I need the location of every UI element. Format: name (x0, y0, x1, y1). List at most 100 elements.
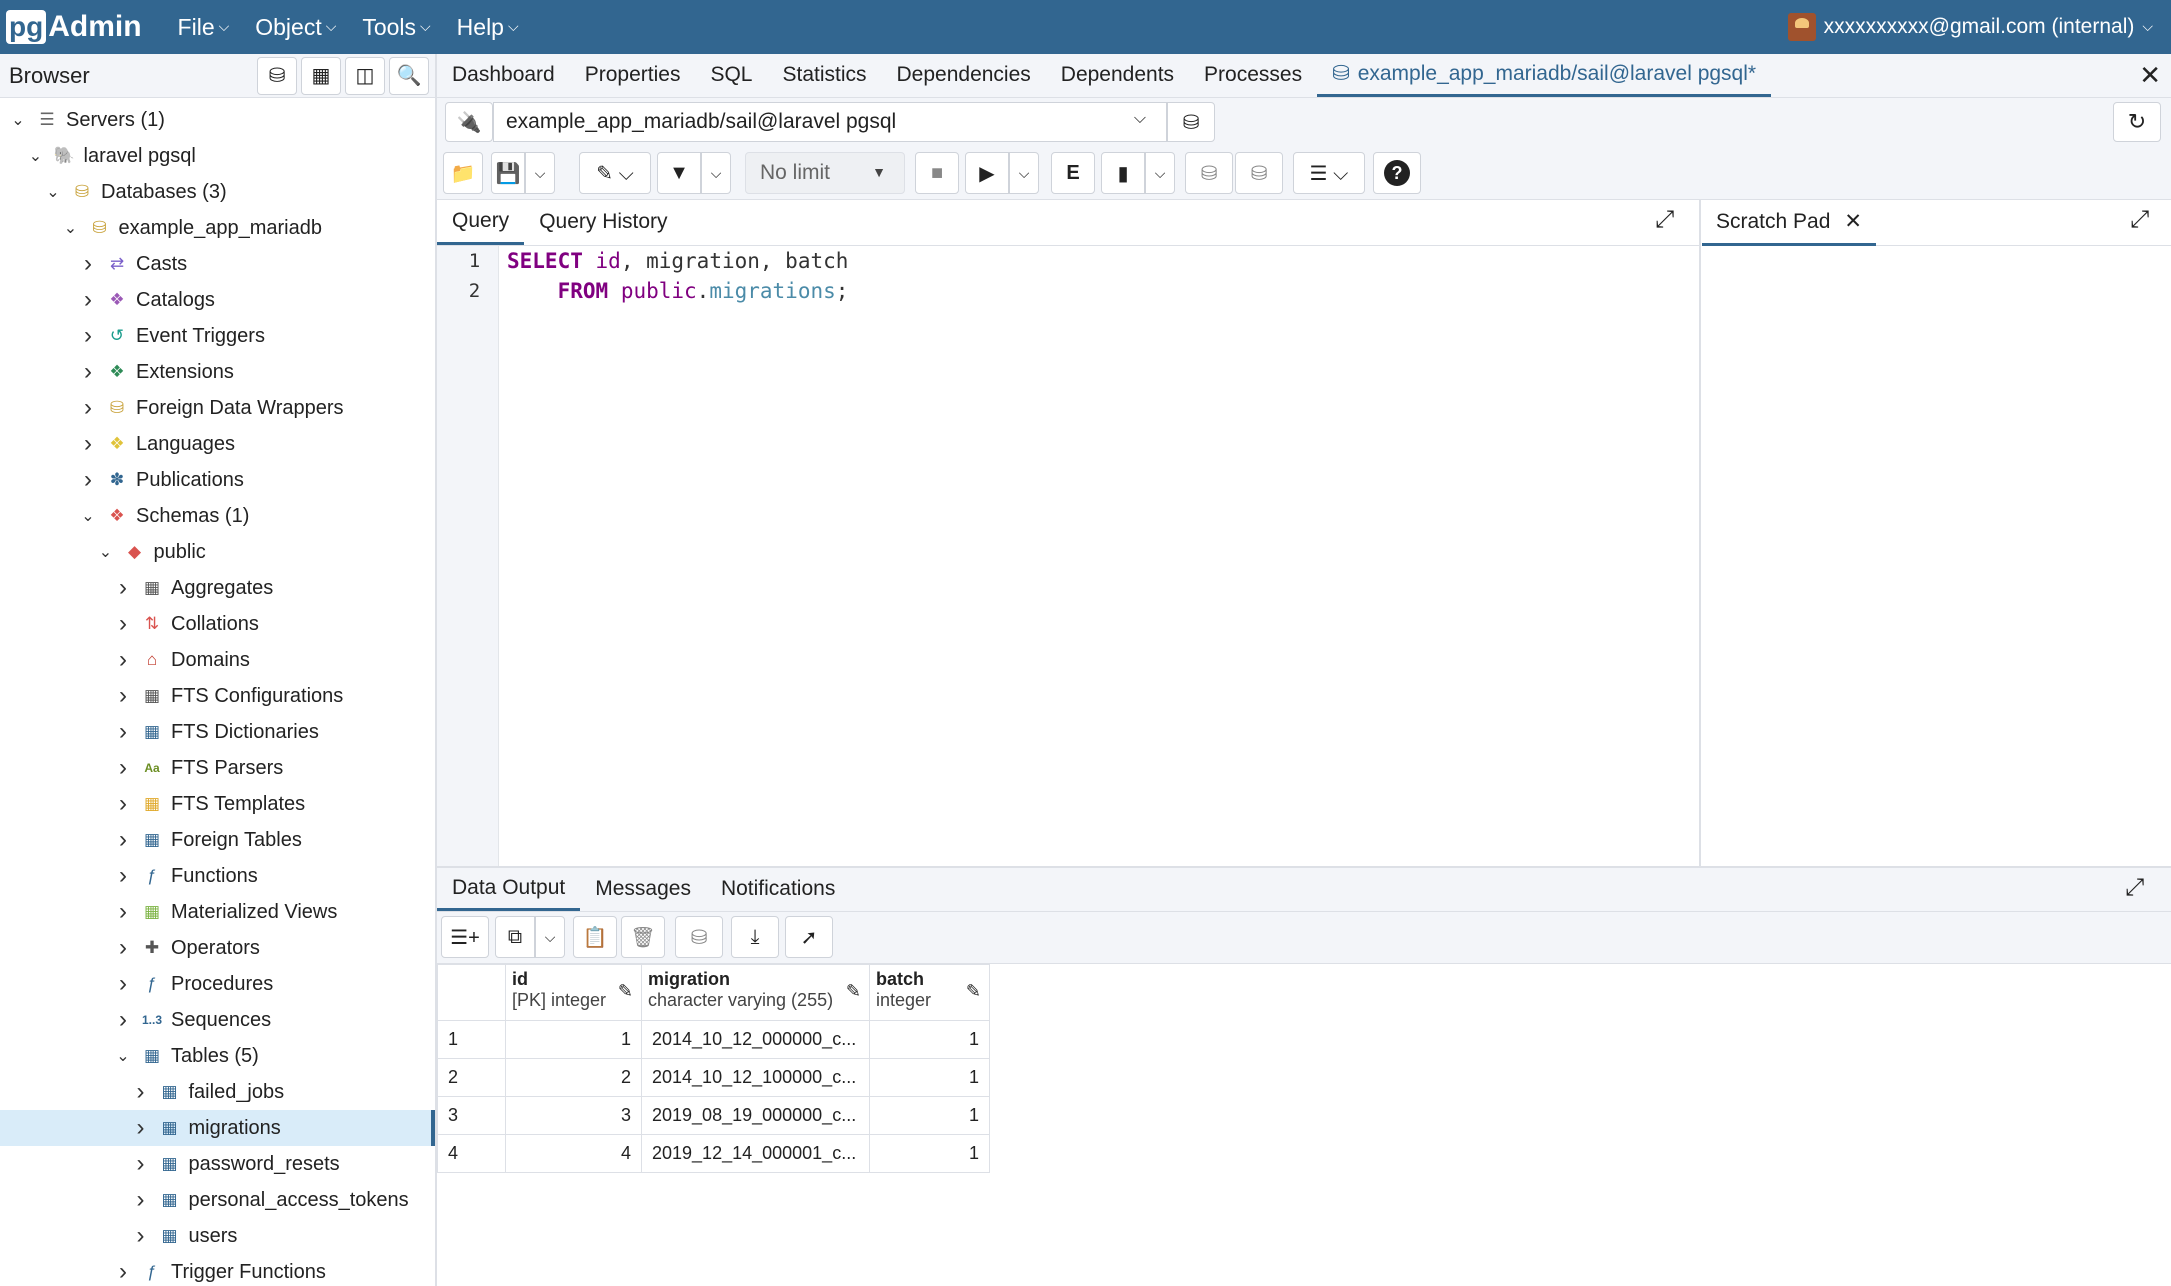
tab-sql[interactable]: SQL (695, 53, 767, 97)
chevron-right-icon[interactable]: › (80, 250, 96, 278)
chevron-right-icon[interactable]: › (115, 862, 131, 890)
tree-item[interactable]: › ▦ users (0, 1218, 435, 1254)
column-header-id[interactable]: id [PK] integer ✎ (505, 964, 642, 1021)
tree-item[interactable]: › ❖ Languages (0, 426, 435, 462)
macros-button[interactable]: ☰ ⌵ (1293, 152, 1365, 194)
chevron-right-icon[interactable]: › (115, 682, 131, 710)
chevron-right-icon[interactable]: › (115, 646, 131, 674)
open-file-button[interactable]: 📁 (443, 152, 483, 194)
tree-item[interactable]: ⌄ ☰ Servers (1) (0, 102, 435, 138)
expand-icon[interactable]: ⤢ (2125, 874, 2144, 902)
graph-button[interactable]: ➚ (785, 916, 833, 958)
cell-id[interactable]: 3 (505, 1096, 642, 1135)
tree-item[interactable]: › ▦ Materialized Views (0, 894, 435, 930)
chevron-right-icon[interactable]: › (133, 1186, 149, 1214)
chevron-right-icon[interactable]: › (115, 718, 131, 746)
chevron-down-icon[interactable]: ⌄ (28, 146, 44, 166)
cell-batch[interactable]: 1 (869, 1020, 990, 1059)
chevron-down-icon[interactable]: ⌄ (45, 182, 61, 202)
cell-id[interactable]: 4 (505, 1134, 642, 1173)
stop-button[interactable]: ■ (915, 152, 959, 194)
tree-item[interactable]: › ƒ Procedures (0, 966, 435, 1002)
tree-item[interactable]: › ❖ Extensions (0, 354, 435, 390)
table-row[interactable]: 3 3 2019_08_19_000000_c... 1 (437, 1096, 990, 1135)
tree-item[interactable]: › ⇅ Collations (0, 606, 435, 642)
tab-statistics[interactable]: Statistics (767, 53, 881, 97)
chevron-right-icon[interactable]: › (133, 1150, 149, 1178)
tree-item[interactable]: › ▦ FTS Configurations (0, 678, 435, 714)
chevron-right-icon[interactable]: › (80, 358, 96, 386)
row-number[interactable]: 2 (437, 1058, 506, 1097)
tree-item[interactable]: › ✽ Publications (0, 462, 435, 498)
save-options-button[interactable]: ⌵ (525, 152, 555, 194)
tree-item[interactable]: ⌄ ▦ Tables (5) (0, 1038, 435, 1074)
tab-query-history[interactable]: Query History (524, 199, 682, 245)
chevron-down-icon[interactable]: ⌄ (98, 542, 114, 562)
tree-item[interactable]: › ✚ Operators (0, 930, 435, 966)
tree-item[interactable]: › Aa FTS Parsers (0, 750, 435, 786)
column-header-migration[interactable]: migration character varying (255) ✎ (641, 964, 870, 1021)
rollback-button[interactable]: ⛁ (1235, 152, 1283, 194)
refresh-button[interactable]: ↻ (2113, 102, 2161, 142)
tree-item[interactable]: › ▦ failed_jobs (0, 1074, 435, 1110)
tree-item[interactable]: › ⌂ Domains (0, 642, 435, 678)
help-button[interactable]: ? (1373, 152, 1421, 194)
chevron-right-icon[interactable]: › (133, 1078, 149, 1106)
edit-button[interactable]: ✎ ⌵ (579, 152, 651, 194)
table-row[interactable]: 4 4 2019_12_14_000001_c... 1 (437, 1134, 990, 1173)
execute-button[interactable]: ▶ (965, 152, 1009, 194)
cell-batch[interactable]: 1 (869, 1096, 990, 1135)
row-number[interactable]: 1 (437, 1020, 506, 1059)
delete-button[interactable]: 🗑 (621, 916, 665, 958)
filter-rows-button[interactable]: ◫ (345, 56, 385, 95)
tab-query[interactable]: Query (437, 199, 525, 245)
close-icon[interactable]: ✕ (1844, 209, 1862, 234)
tree-item[interactable]: ⌄ ⛁ Databases (3) (0, 174, 435, 210)
chevron-down-icon[interactable]: ⌄ (115, 1046, 131, 1066)
tree-item[interactable]: ⌄ ◆ public (0, 534, 435, 570)
chevron-right-icon[interactable]: › (115, 754, 131, 782)
tab-processes[interactable]: Processes (1189, 53, 1317, 97)
save-button[interactable]: 💾 (491, 152, 525, 194)
filter-button[interactable]: ▼ (657, 152, 701, 194)
tree-item[interactable]: ⌄ ⛁ example_app_mariadb (0, 210, 435, 246)
query-tool-button[interactable]: ⛁ (257, 56, 297, 95)
chevron-right-icon[interactable]: › (80, 430, 96, 458)
tree-item[interactable]: ⌄ ❖ Schemas (1) (0, 498, 435, 534)
tab-data-output[interactable]: Data Output (437, 867, 581, 911)
chevron-right-icon[interactable]: › (115, 574, 131, 602)
chevron-right-icon[interactable]: › (115, 790, 131, 818)
chevron-down-icon[interactable]: ⌄ (10, 110, 26, 130)
paste-button[interactable]: 📋 (573, 916, 617, 958)
chevron-right-icon[interactable]: › (80, 394, 96, 422)
copy-button[interactable]: ⧉ (495, 916, 535, 958)
sql-editor[interactable]: SELECT id, migration, batch FROM public.… (507, 246, 848, 306)
tree-item[interactable]: ⌄ 🐘 laravel pgsql (0, 138, 435, 174)
limit-select[interactable]: No limit ▼ (745, 152, 905, 194)
tree-item[interactable]: › ▦ FTS Dictionaries (0, 714, 435, 750)
chevron-right-icon[interactable]: › (80, 286, 96, 314)
chevron-right-icon[interactable]: › (115, 1258, 131, 1286)
tree-item[interactable]: › ▦ Foreign Tables (0, 822, 435, 858)
chevron-down-icon[interactable]: ⌄ (63, 218, 79, 238)
cell-batch[interactable]: 1 (869, 1058, 990, 1097)
cell-migration[interactable]: 2019_08_19_000000_c... (641, 1096, 870, 1135)
menu-tools[interactable]: Tools ⌵ (362, 14, 430, 41)
commit-button[interactable]: ⛁ (1185, 152, 1233, 194)
copy-options-button[interactable]: ⌵ (535, 916, 565, 958)
connection-status-icon[interactable]: 🔌 (445, 102, 493, 142)
chevron-right-icon[interactable]: › (115, 610, 131, 638)
cell-id[interactable]: 1 (505, 1020, 642, 1059)
explain-analyze-button[interactable]: ▮ (1101, 152, 1145, 194)
tree-item[interactable]: › ❖ Catalogs (0, 282, 435, 318)
tree-item[interactable]: › 1..3 Sequences (0, 1002, 435, 1038)
chevron-right-icon[interactable]: › (133, 1222, 149, 1250)
add-row-button[interactable]: ☰+ (441, 916, 489, 958)
row-number[interactable]: 3 (437, 1096, 506, 1135)
tree-item[interactable]: › ▦ password_resets (0, 1146, 435, 1182)
cell-migration[interactable]: 2019_12_14_000001_c... (641, 1134, 870, 1173)
close-tab-icon[interactable]: ✕ (2139, 60, 2161, 91)
table-row[interactable]: 1 1 2014_10_12_000000_c... 1 (437, 1020, 990, 1059)
cell-migration[interactable]: 2014_10_12_100000_c... (641, 1058, 870, 1097)
tree-item[interactable]: › ↺ Event Triggers (0, 318, 435, 354)
